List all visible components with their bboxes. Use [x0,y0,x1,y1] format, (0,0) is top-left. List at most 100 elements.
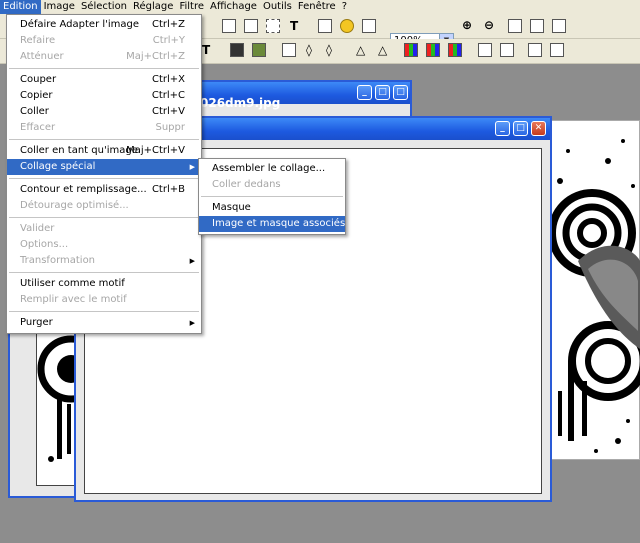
menu-item-label: Collage spécial [20,161,96,172]
text-tool-icon[interactable]: T [290,19,298,33]
menu-item-options[interactable]: Options... [7,237,201,253]
menu-item-redo[interactable]: Refaire Ctrl+Y [7,33,201,49]
menu-reglage[interactable]: Réglage [130,0,176,14]
menu-item-cut[interactable]: Couper Ctrl+X [7,72,201,88]
menu-item-label: Transformation [20,255,96,266]
menu-item-validate[interactable]: Valider [7,221,201,237]
menu-item-fill-with-pattern[interactable]: Remplir avec le motif [7,292,201,308]
menu-item-label: Valider [20,223,55,234]
menu-item-use-as-pattern[interactable]: Utiliser comme motif [7,276,201,292]
menu-item-label: Refaire [20,35,56,46]
restore-icon[interactable]: □ [393,85,408,100]
triangle-icon[interactable]: △ [356,43,365,57]
shortcut-label: Ctrl+C [151,90,185,101]
transform-icon[interactable] [244,19,258,33]
edit-menu: Défaire Adapter l'image Ctrl+Z Refaire Ctr… [6,14,202,334]
menu-item-label: Atténuer [20,51,64,62]
grid-icon[interactable] [230,43,244,57]
grid-color-icon[interactable] [252,43,266,57]
menu-edition[interactable]: Edition [0,0,41,14]
menu-separator [201,196,343,197]
menu-item-undo[interactable]: Défaire Adapter l'image Ctrl+Z [7,17,201,33]
menu-item-label: Remplir avec le motif [20,294,127,305]
menu-separator [9,217,199,218]
chevron-right-icon: ▶ [189,257,195,265]
shortcut-label: Suppr [155,122,186,133]
fit-window-icon[interactable] [508,19,522,33]
selection-icon[interactable] [266,19,280,33]
menu-item-paste-as-image[interactable]: Coller en tant qu'image Maj+Ctrl+V [7,143,201,159]
menu-item-label: Contour et remplissage... [20,184,147,195]
menu-filtre[interactable]: Filtre [176,0,207,14]
columns-icon[interactable] [478,43,492,57]
align-icon[interactable] [282,43,296,57]
menu-image[interactable]: Image [41,0,78,14]
menu-separator [9,139,199,140]
menu-bar: Edition Image Sélection Réglage Filtre A… [0,0,640,14]
zoom-in-icon[interactable]: ⊕ [462,18,472,32]
artwork-image [548,139,640,453]
shortcut-label: Maj+Ctrl+V [126,145,185,156]
artwork-fragment [37,327,77,462]
submenu-item-assemble[interactable]: Assembler le collage... [199,161,345,177]
menu-fenetre[interactable]: Fenêtre [295,0,339,14]
menu-item-label: Masque [212,202,251,213]
maximize-icon[interactable]: □ [513,121,528,136]
actual-size-icon[interactable] [530,19,544,33]
screen-icon[interactable] [552,19,566,33]
menu-affichage[interactable]: Affichage [207,0,260,14]
layer-up-icon[interactable] [528,43,542,57]
menu-item-clear[interactable]: Effacer Suppr [7,120,201,136]
close-icon[interactable]: ✕ [531,121,546,136]
rows-icon[interactable] [500,43,514,57]
zoom-out-icon[interactable]: ⊖ [484,18,494,32]
shortcut-label: Ctrl+B [151,184,185,195]
menu-item-purge[interactable]: Purger ▶ [7,315,201,331]
menu-outils[interactable]: Outils [260,0,295,14]
menu-help[interactable]: ? [339,0,350,14]
maximize-icon[interactable]: □ [375,85,390,100]
menu-item-copy[interactable]: Copier Ctrl+C [7,88,201,104]
menu-item-transform[interactable]: Transformation ▶ [7,253,201,269]
menu-item-label: Effacer [20,122,56,133]
menu-item-label: Purger [20,317,53,328]
document-window-right[interactable] [547,120,640,460]
drop-icon[interactable]: ◊ [306,43,312,57]
submenu-item-image-and-mask[interactable]: Image et masque associés [199,216,345,232]
menu-item-label: Copier [20,90,53,101]
shortcut-label: Ctrl+X [151,74,185,85]
layer-down-icon[interactable] [550,43,564,57]
menu-item-paste-special[interactable]: Collage spécial ▶ [7,159,201,175]
back-window-title: 026dm9.jpg [200,96,281,110]
color-reset-icon[interactable] [448,43,462,57]
minimize-icon[interactable]: _ [357,85,372,100]
menu-item-label: Assembler le collage... [212,163,326,174]
shortcut-label: Ctrl+V [151,106,185,117]
menu-item-smart-cutout[interactable]: Détourage optimisé... [7,198,201,214]
effects-icon[interactable] [340,19,354,33]
crop-icon[interactable] [222,19,236,33]
menu-item-label: Défaire Adapter l'image [20,19,140,30]
minimize-icon[interactable]: _ [495,121,510,136]
window-icon[interactable] [362,19,376,33]
menu-item-label: Utiliser comme motif [20,278,125,289]
menu-item-stroke-fill[interactable]: Contour et remplissage... Ctrl+B [7,182,201,198]
menu-separator [9,68,199,69]
shortcut-label: Ctrl+Y [152,35,185,46]
back-canvas [36,308,78,486]
menu-selection[interactable]: Sélection [78,0,130,14]
menu-separator [9,272,199,273]
triangle-outline-icon[interactable]: △ [378,43,387,57]
menu-item-label: Coller dedans [212,179,281,190]
color-palette-icon[interactable] [404,43,418,57]
text-format-icon[interactable]: T [202,43,210,57]
submenu-item-paste-into[interactable]: Coller dedans [199,177,345,193]
color-swap-icon[interactable] [426,43,440,57]
shape-icon[interactable] [318,19,332,33]
menu-item-paste[interactable]: Coller Ctrl+V [7,104,201,120]
shortcut-label: Ctrl+Z [151,19,185,30]
drop-outline-icon[interactable]: ◊ [326,43,332,57]
menu-item-fade[interactable]: Atténuer Maj+Ctrl+Z [7,49,201,65]
menu-item-label: Options... [20,239,69,250]
submenu-item-mask[interactable]: Masque [199,200,345,216]
